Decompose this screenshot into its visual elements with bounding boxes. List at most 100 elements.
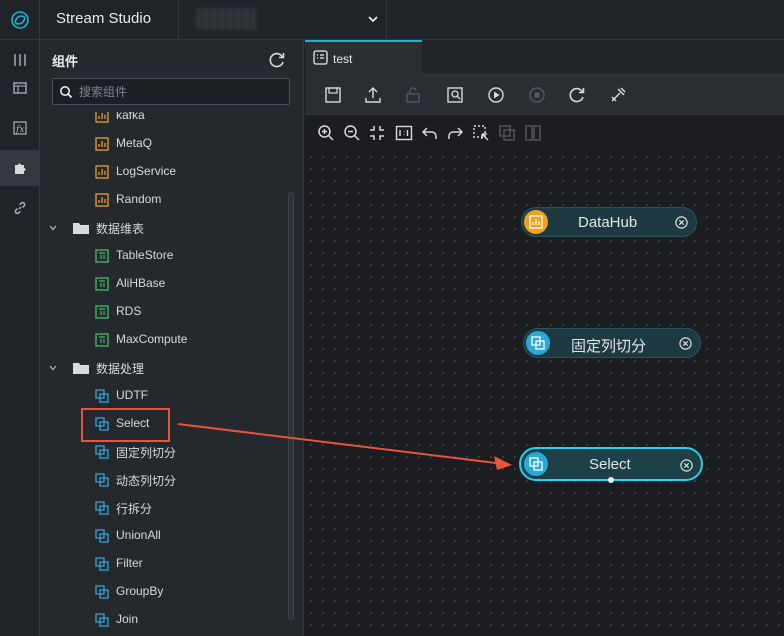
tree-item[interactable]: UDTF [40,382,288,410]
tree-item[interactable]: RDS [40,298,288,326]
search-icon [60,86,73,99]
zoom-out-icon[interactable] [343,124,361,142]
tree-item[interactable]: UnionAll [40,522,288,550]
canvas-node-fixed-column-split[interactable]: 固定列切分 [523,328,701,358]
run-icon[interactable] [486,85,506,105]
flow-canvas[interactable]: DataHub 固定列切分 Select [305,151,784,636]
tree-item-label: AliHBase [116,276,166,290]
tree-folder[interactable]: 数据处理 [40,354,288,382]
tree-item-label: UDTF [116,388,148,402]
tree-item[interactable]: Select [40,410,288,438]
top-bar: Stream Studio [0,0,784,40]
tree-item[interactable]: AliHBase [40,270,288,298]
canvas-node-select[interactable]: Select [519,447,703,483]
process-component-icon [95,473,109,487]
tree-item-label: GroupBy [116,584,164,598]
chevron-down-icon [49,365,57,371]
divider [178,0,179,40]
app-title: Stream Studio [56,10,152,27]
source-node-icon [524,210,548,234]
tree-item[interactable]: TableStore [40,242,288,270]
tree-item[interactable]: 动态列切分 [40,466,288,494]
undo-icon[interactable] [421,124,439,142]
redo-icon[interactable] [446,124,464,142]
process-component-icon [95,529,109,543]
split-view-icon [525,125,541,141]
toolbar [305,75,784,115]
task-list-icon [313,50,328,65]
tree-item[interactable]: Random [40,186,288,214]
tree-item[interactable]: MetaQ [40,130,288,158]
box-select-icon[interactable] [472,124,490,142]
dimension-table-icon [95,277,109,291]
tree-item[interactable]: 固定列切分 [40,438,288,466]
tree-item[interactable]: GroupBy [40,578,288,606]
zoom-in-icon[interactable] [317,124,335,142]
fit-to-screen-icon[interactable] [368,124,386,142]
upload-icon[interactable] [363,85,383,105]
tree-item-label: Filter [116,556,143,570]
project-select[interactable] [186,6,386,34]
save-icon[interactable] [323,85,343,105]
source-component-icon [95,112,109,123]
process-component-icon [95,445,109,459]
chevron-down-icon [368,16,378,23]
rail-item-functions[interactable]: fx [0,110,39,146]
node-label: Select [589,456,631,473]
scrollbar[interactable] [288,192,294,620]
tree-item-label: Join [116,612,139,626]
tree-item-label: 固定列切分 [116,446,177,460]
puzzle-icon [14,163,25,174]
search-input[interactable] [79,79,284,104]
close-icon[interactable] [679,337,692,350]
reload-icon[interactable] [567,85,587,105]
tree-folder-label: 数据处理 [96,362,145,376]
tree-item-label: RDS [116,304,142,318]
tree-item-label: Random [116,192,162,206]
component-panel: 组件 kafka MetaQ LogService Random 数据维表 TableSt… [40,40,343,636]
tab-label: test [333,52,353,66]
chevron-down-icon [49,225,57,231]
stop-icon [529,87,545,103]
process-component-icon [95,389,109,403]
close-icon[interactable] [675,216,688,229]
process-component-icon [95,417,109,431]
rail-item-resources[interactable] [0,70,39,106]
source-component-icon [95,193,109,207]
tree-item[interactable]: Filter [40,550,288,578]
lock-icon [406,87,420,103]
tree-folder[interactable]: 数据维表 [40,214,288,242]
project-name-redacted [196,8,256,30]
tree-folder-label: 数据维表 [96,222,145,236]
tree-item-label: MetaQ [116,136,153,150]
tree-item[interactable]: kafka [40,112,288,130]
tree-item-label: Select [116,416,150,430]
left-rail: fx [0,40,40,636]
dimension-table-icon [95,333,109,347]
tree-item[interactable]: MaxCompute [40,326,288,354]
actual-size-icon[interactable] [395,124,413,142]
divider [386,0,387,40]
tab-test[interactable]: test [305,40,422,75]
output-port[interactable] [608,477,614,483]
zoom-bar [305,115,784,151]
group-icon [499,125,515,141]
close-icon[interactable] [680,459,693,472]
tree-item[interactable]: 行拆分 [40,494,288,522]
rail-item-links[interactable] [0,190,39,226]
node-label: 固定列切分 [571,338,647,355]
folder-icon [73,223,89,234]
process-node-icon [524,452,548,476]
folder-icon [73,363,89,374]
rail-item-components[interactable] [0,150,39,186]
tree-item[interactable]: Join [40,606,288,634]
canvas-node-datahub[interactable]: DataHub [521,207,697,237]
svg-text:fx: fx [15,125,24,135]
format-brush-icon[interactable] [608,85,628,105]
process-component-icon [95,557,109,571]
tree-item[interactable]: LogService [40,158,288,186]
panel-title: 组件 [52,54,79,69]
refresh-icon[interactable] [267,50,287,70]
preview-icon[interactable] [445,85,465,105]
app-logo-icon[interactable] [0,0,40,40]
